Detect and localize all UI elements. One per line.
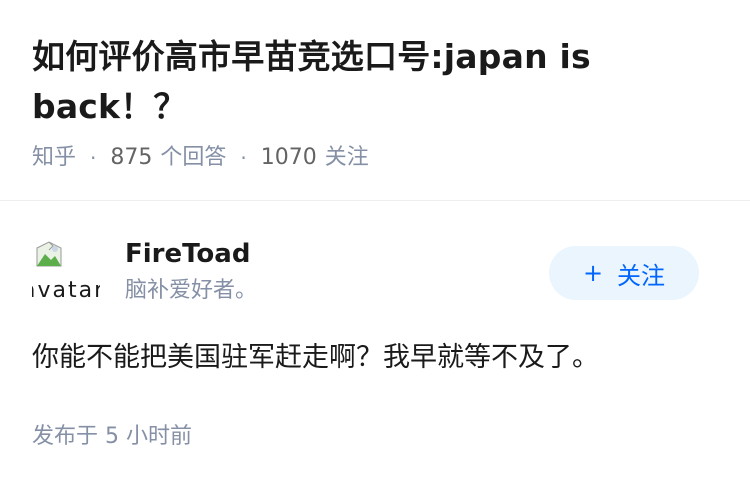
avatar-alt-text: avatar: [32, 278, 100, 303]
meta-separator: ·: [240, 146, 247, 170]
question-title[interactable]: 如何评价高市早苗竞选口号:japan is back！？: [32, 32, 722, 132]
plus-icon: +: [582, 259, 604, 287]
section-divider: [0, 200, 750, 201]
answers-label[interactable]: 个回答: [160, 142, 226, 174]
question-header: 如何评价高市早苗竞选口号:japan is back！？ 知乎 · 875 个回…: [32, 32, 722, 174]
author-bio: 脑补爱好者。: [125, 278, 258, 303]
source-label[interactable]: 知乎: [32, 142, 76, 174]
author-row: avatar FireToad 脑补爱好者。 + 关注: [32, 236, 722, 308]
meta-separator: ·: [90, 146, 97, 170]
answers-count: 875: [110, 145, 153, 170]
answer-content[interactable]: 你能不能把美国驻军赶走啊？我早就等不及了。: [32, 338, 722, 378]
follows-label[interactable]: 关注: [325, 142, 369, 174]
author-name[interactable]: FireToad: [125, 236, 250, 272]
follow-button[interactable]: + 关注: [549, 246, 699, 300]
avatar[interactable]: avatar: [32, 238, 100, 306]
question-meta: 知乎 · 875 个回答 · 1070 关注: [32, 142, 722, 174]
follow-button-label: 关注: [617, 261, 666, 290]
follows-count: 1070: [260, 145, 317, 170]
answer-timestamp: 发布于 5 小时前: [32, 424, 192, 449]
broken-image-icon: [36, 241, 62, 267]
